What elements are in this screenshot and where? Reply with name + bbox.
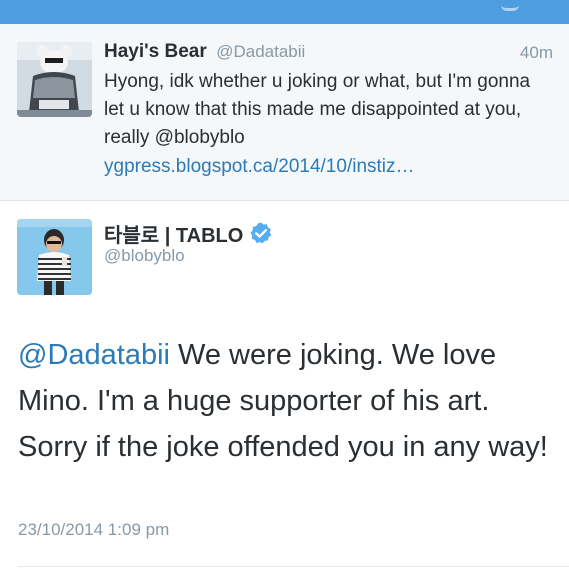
parent-tweet-handle[interactable]: @Dadatabii xyxy=(216,42,305,61)
parent-tweet-link[interactable]: ygpress.blogspot.ca/2014/10/instiz… xyxy=(104,153,415,181)
parent-tweet-avatar[interactable] xyxy=(17,42,92,117)
parent-tweet-text: Hyong, idk whether u joking or what, but… xyxy=(104,71,531,148)
main-tweet-avatar[interactable] xyxy=(17,219,92,295)
top-navigation-bar xyxy=(0,0,569,24)
main-tweet-name-row: 타블로 | TABLO xyxy=(104,219,273,247)
verified-badge-icon xyxy=(250,222,272,244)
main-tweet-display-name[interactable]: 타블로 | TABLO xyxy=(104,219,243,248)
person-avatar-image xyxy=(17,219,92,295)
top-bar-icon[interactable] xyxy=(501,0,519,11)
bear-figure-avatar-image xyxy=(17,42,92,117)
tweet-detail-screen: Hayi's Bear @Dadatabii 40m Hyong, idk wh… xyxy=(0,0,569,569)
divider xyxy=(18,566,569,567)
main-tweet-timestamp: 23/10/2014 1:09 pm xyxy=(18,520,170,539)
main-tweet-handle[interactable]: @blobyblo xyxy=(104,246,185,266)
main-tweet-text: @Dadatabii We were joking. We love Mino.… xyxy=(18,332,558,470)
parent-tweet-display-name[interactable]: Hayi's Bear xyxy=(104,41,207,62)
parent-tweet-header: Hayi's Bear @Dadatabii 40m xyxy=(104,41,555,65)
main-tweet-mention[interactable]: @Dadatabii xyxy=(18,339,170,371)
parent-tweet-time: 40m xyxy=(519,43,553,62)
